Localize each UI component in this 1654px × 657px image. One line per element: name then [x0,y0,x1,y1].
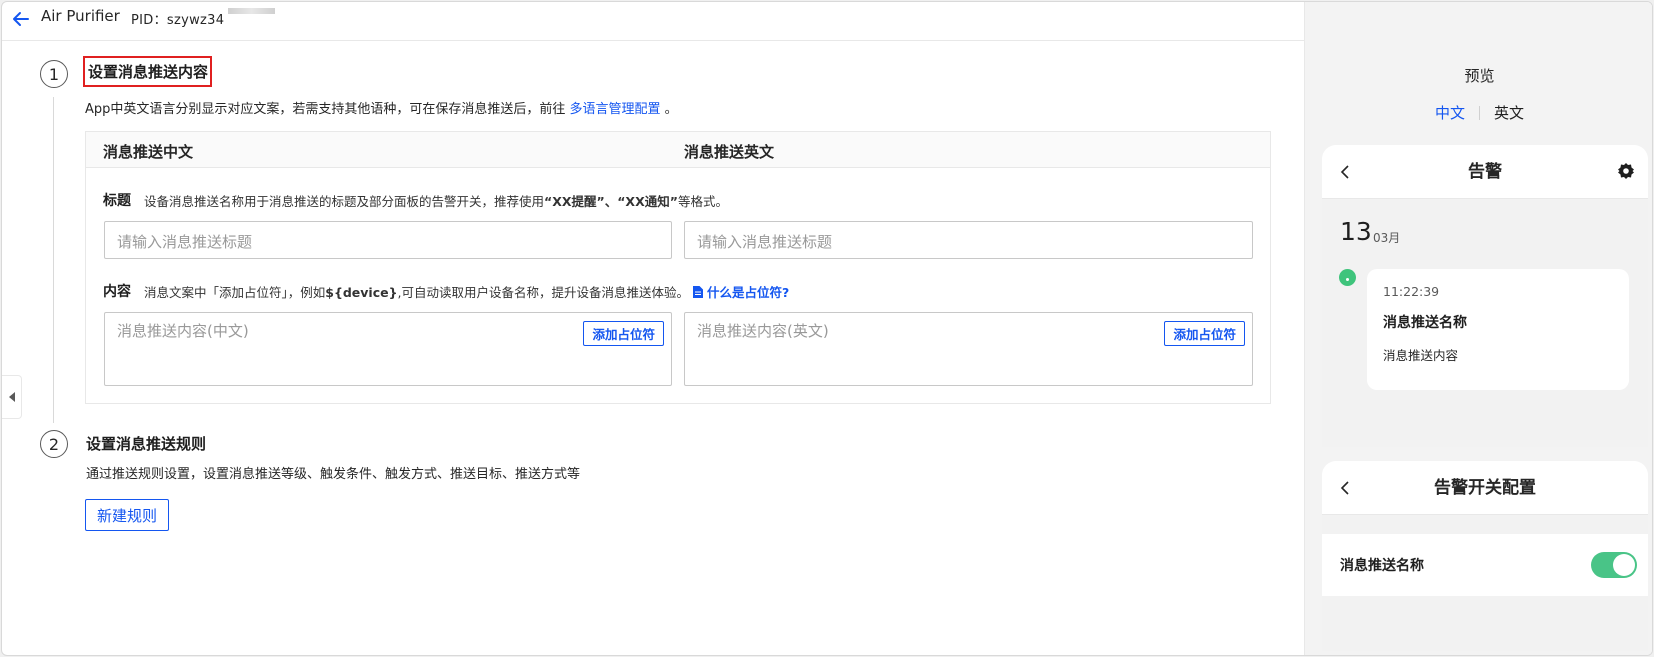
language-columns-header: 消息推送中文 消息推送英文 [86,132,1270,168]
alarm-date-month: 03月 [1373,231,1401,245]
alarm-preview-screen: 告警 13 03月 11:22:39 消息推送名称 消息推送内容 [1322,145,1648,447]
sidebar-collapse-toggle[interactable] [2,375,22,419]
content-field-label: 内容 [103,284,131,300]
switch-screen-title: 告警开关配置 [1434,478,1536,498]
message-card: 11:22:39 消息推送名称 消息推送内容 [1367,269,1629,390]
alarm-screen-title: 告警 [1468,162,1502,182]
alarm-switch-preview-screen: 告警开关配置 消息推送名称 [1322,461,1648,651]
content-textarea-chinese[interactable]: 消息推送内容(中文) 添加占位符 [104,312,672,386]
title-input-english[interactable]: 请输入消息推送标题 [684,221,1253,259]
alarm-screen-navbar: 告警 [1322,145,1648,199]
switch-screen-navbar: 告警开关配置 [1322,461,1648,515]
placeholder-help-link[interactable]: 什么是占位符? [692,285,789,300]
add-placeholder-button-english[interactable]: 添加占位符 [1164,321,1245,346]
app-window: Air Purifier PID：szywz34 1 设置消息推送内容 App中… [1,1,1653,656]
preview-panel: 预览 中文 英文 告警 13 03月 11:22:39 消息推送名称 消息推送内… [1304,2,1652,655]
page-header: Air Purifier PID：szywz34 [2,2,1304,41]
alarm-switch-row: 消息推送名称 [1322,534,1648,596]
step-1-indicator: 1 [40,60,68,88]
multilang-config-link[interactable]: 多语言管理配置 [570,102,661,117]
message-time: 11:22:39 [1383,284,1440,299]
preview-title: 预览 [1464,67,1495,85]
tab-english[interactable]: 英文 [1480,102,1538,123]
document-icon [692,286,703,298]
gear-icon[interactable] [1617,162,1635,180]
column-header-chinese: 消息推送中文 [103,143,194,161]
new-rule-button[interactable]: 新建规则 [85,499,169,531]
title-input-chinese[interactable]: 请输入消息推送标题 [104,221,672,259]
add-placeholder-button-chinese[interactable]: 添加占位符 [583,321,664,346]
content-field-hint: 消息文案中「添加占位符」，例如${device},可自动读取用户设备名称，提升设… [144,285,790,300]
preview-language-tabs: 中文 英文 [1305,102,1652,123]
alarm-switch-label: 消息推送名称 [1340,558,1424,574]
message-body: 消息推送内容 [1383,348,1459,363]
step-2-title: 设置消息推送规则 [86,435,207,453]
alarm-date-day: 13 [1340,217,1372,246]
caret-left-icon [8,392,15,402]
pid-redaction [228,8,275,14]
message-content-form: 消息推送中文 消息推送英文 标题 设备消息推送名称用于消息推送的标题及部分面板的… [85,131,1271,404]
step-1-description: App中英文语言分别显示对应文案，若需支持其他语种，可在保存消息推送后，前往 多… [85,102,678,117]
step-2-description: 通过推送规则设置，设置消息推送等级、触发条件、触发方式、推送目标、推送方式等 [86,467,581,482]
step-2-indicator: 2 [40,430,68,458]
title-field-label: 标题 [103,193,131,209]
product-title: Air Purifier [41,7,120,25]
product-id: PID：szywz34 [131,13,225,28]
message-title: 消息推送名称 [1383,315,1467,331]
step-1-title: 设置消息推送内容 [83,56,213,87]
alarm-toggle-switch[interactable] [1591,552,1637,578]
title-field-hint: 设备消息推送名称用于消息推送的标题及部分面板的告警开关，推荐使用“XX提醒”、“… [144,194,728,209]
content-textarea-english[interactable]: 消息推送内容(英文) 添加占位符 [684,312,1253,386]
column-header-english: 消息推送英文 [684,143,775,161]
step-connector-line [53,97,54,423]
timeline-dot-icon [1339,269,1356,286]
back-arrow-icon[interactable] [8,6,34,32]
tab-chinese[interactable]: 中文 [1421,102,1479,123]
